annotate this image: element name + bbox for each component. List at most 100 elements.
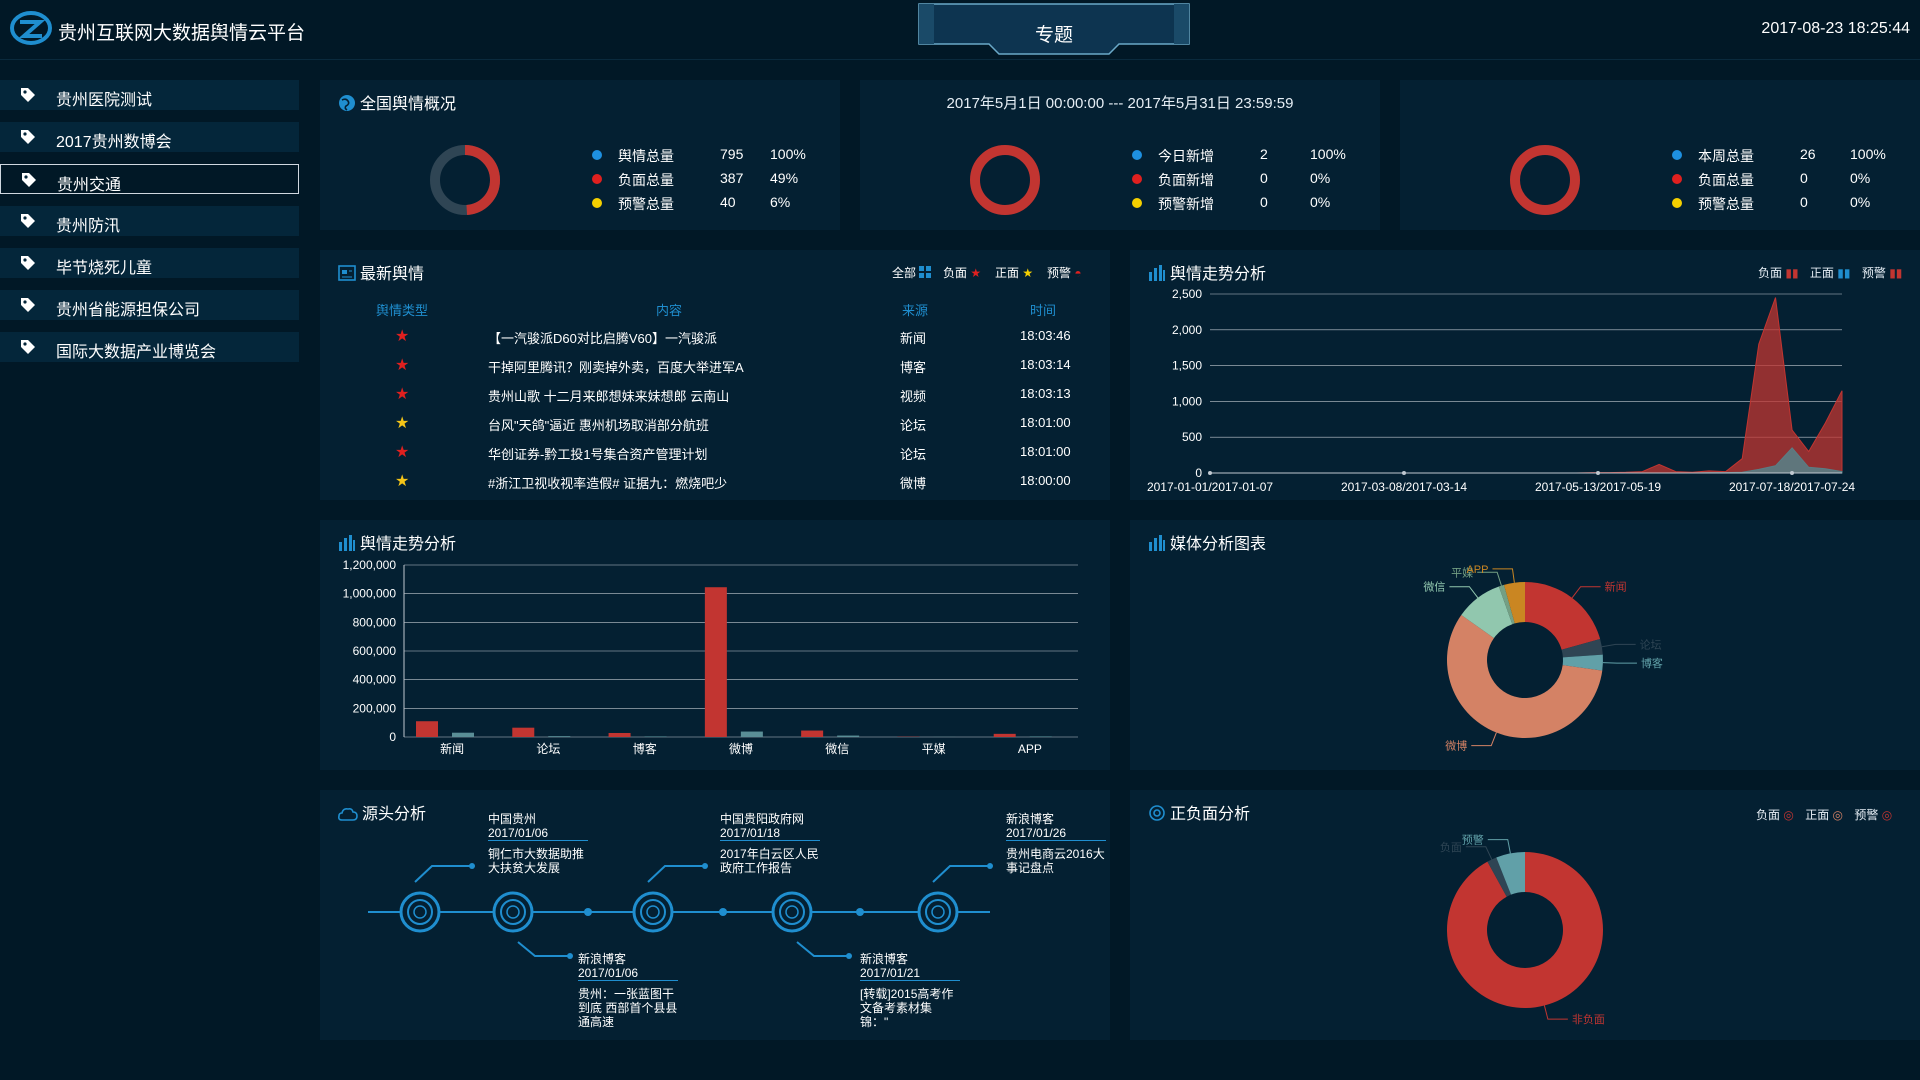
red-star-icon: ★ — [395, 328, 410, 345]
timeline-node[interactable] — [771, 891, 813, 933]
topic-tab[interactable]: 专题 — [914, 2, 1194, 56]
x-tick-marker — [1402, 471, 1406, 475]
timeline-connector-end — [567, 953, 573, 959]
label-leader-line — [1487, 839, 1511, 854]
timeline-dot — [856, 908, 864, 916]
news-content: #浙江卫视收视率造假# 证据九：燃烧吧少 — [488, 476, 728, 491]
event-text: 贵州电商云2016大 — [1006, 847, 1105, 861]
tag-icon — [21, 214, 35, 228]
x-tick-label: 2017-07-18/2017-07-24 — [1729, 480, 1855, 494]
label-leader-line — [1601, 643, 1636, 648]
bar-正面 — [1029, 736, 1052, 737]
timeline-event[interactable]: 新浪博客 2017/01/26 贵州电商云2016大 事记盘点 — [1006, 812, 1106, 875]
y-tick-label: 800,000 — [353, 615, 397, 629]
datetime: 2017-08-23 18:25:44 — [1761, 20, 1910, 37]
news-row[interactable]: ★ 台风"天鸽"逼近 惠州机场取消部分航班 论坛 18:01:00 — [320, 411, 1110, 437]
slice-label: 非负面 — [1572, 1012, 1605, 1026]
tag-icon — [21, 88, 35, 102]
news-source: 论坛 — [900, 418, 927, 433]
bar-负面 — [416, 721, 438, 737]
filter-negative[interactable]: 负面 ★ — [943, 264, 981, 281]
sidebar-item[interactable]: 毕节烧死儿童 — [0, 248, 299, 278]
news-icon — [338, 265, 356, 281]
event-date: 2017/01/06 — [578, 966, 678, 981]
stat-percent: 100% — [770, 146, 806, 162]
y-tick-label: 200,000 — [353, 701, 397, 715]
warning-icon: ◓ — [1074, 266, 1082, 280]
event-text: 政府工作报告 — [720, 861, 793, 875]
news-row[interactable]: ★ 贵州山歌 十二月来郎想妹来妹想郎 云南山 视频 18:03:13 — [320, 382, 1110, 408]
news-content: 贵州山歌 十二月来郎想妹来妹想郎 云南山 — [488, 389, 730, 404]
sidebar-item-label: 贵州省能源担保公司 — [56, 302, 201, 319]
col-header-content: 内容 — [656, 303, 683, 318]
timeline-connector-end — [469, 863, 475, 869]
sidebar-item[interactable]: 贵州医院测试 — [0, 80, 299, 110]
event-text: 铜仁市大数据助推 — [488, 847, 585, 861]
slice-新闻 — [1525, 582, 1601, 650]
sidebar-item[interactable]: 2017贵州数博会 — [0, 122, 299, 152]
news-row[interactable]: ★ 华创证券-黔工投1号集合资产管理计划 论坛 18:01:00 — [320, 440, 1110, 466]
news-row[interactable]: ★ 干掉阿里腾讯？刚卖掉外卖，百度大举进军A 博客 18:03:14 — [320, 353, 1110, 379]
x-tick-label: 微博 — [729, 741, 753, 756]
x-tick-marker — [1790, 471, 1794, 475]
stat-percent: 100% — [1850, 146, 1886, 162]
timeline-dot — [719, 908, 727, 916]
x-tick-marker — [1596, 471, 1600, 475]
filter-all[interactable]: 全部 — [892, 264, 932, 281]
timeline-event[interactable]: 中国贵州 2017/01/06 铜仁市大数据助推 大扶贫大发展 — [488, 812, 588, 875]
event-site: 新浪博客 — [1006, 812, 1055, 826]
label-leader-line — [1543, 1005, 1568, 1020]
timeline-event[interactable]: 中国贵阳政府网 2017/01/18 2017年白云区人民 政府工作报告 — [720, 812, 820, 875]
latest-news-panel: 最新舆情 全部 负面 ★ 正面 ★ 预警 ◓ 舆情类型 内容 来源 时间 ★ 【一… — [320, 250, 1110, 500]
news-row[interactable]: ★ 【一汽骏派D60对比启腾V60】一汽骏派 新闻 18:03:46 — [320, 324, 1110, 350]
event-date: 2017/01/06 — [488, 826, 588, 841]
status-dot — [1672, 174, 1682, 184]
stat-value: 26 — [1800, 146, 1816, 162]
label-leader-line — [1465, 846, 1493, 860]
sidebar-item-label: 2017贵州数博会 — [56, 134, 172, 151]
bar-正面 — [644, 736, 667, 737]
event-text: 到底 西部首个县县 — [578, 1001, 678, 1015]
timeline-event[interactable]: 新浪博客 2017/01/06 贵州：一张蓝图干 到底 西部首个县县 通高速 — [578, 952, 678, 1029]
sidebar-item[interactable]: 贵州省能源担保公司 — [0, 290, 299, 320]
timeline-node[interactable] — [492, 891, 534, 933]
trend-area-panel: 舆情走势分析 负面 ▮▮ 正面 ▮▮ 预警 ▮▮ 0 500 1,000 1,500 2… — [1130, 250, 1920, 500]
sentiment-donut-chart: 非负面 负面预警 — [1440, 833, 1605, 1026]
y-tick-label: 2,000 — [1172, 323, 1202, 337]
timeline-node[interactable] — [632, 891, 674, 933]
stat-percent: 0% — [1310, 170, 1331, 186]
header-bar: 贵州互联网大数据舆情云平台 专题 2017-08-23 18:25:44 — [0, 0, 1920, 60]
tag-icon — [21, 256, 35, 270]
news-source: 论坛 — [900, 447, 927, 462]
filter-all-label: 全部 — [892, 266, 917, 280]
timeline-node[interactable] — [399, 891, 441, 933]
y-tick-label: 500 — [1182, 430, 1202, 444]
filter-warning[interactable]: 预警 ◓ — [1047, 264, 1082, 281]
sidebar-item[interactable]: 贵州交通 — [0, 164, 299, 194]
stat-label: 舆情总量 — [618, 148, 674, 164]
sidebar-item[interactable]: 贵州防汛 — [0, 206, 299, 236]
filter-positive[interactable]: 正面 ★ — [995, 264, 1033, 281]
sidebar-item-label: 毕节烧死儿童 — [56, 260, 153, 277]
timeline-dot — [584, 908, 592, 916]
stat-value: 0 — [1800, 170, 1808, 186]
news-source: 博客 — [900, 360, 927, 375]
news-time: 18:03:14 — [1020, 357, 1071, 372]
overview-title: 全国舆情概况 — [360, 96, 457, 113]
news-source: 新闻 — [900, 331, 927, 346]
event-date: 2017/01/18 — [720, 826, 820, 841]
x-tick-marker — [1208, 471, 1212, 475]
event-text: 锦：" — [860, 1015, 889, 1029]
stat-label: 本周总量 — [1698, 148, 1754, 164]
bar-正面 — [548, 736, 571, 737]
sidebar-item[interactable]: 国际大数据产业博览会 — [0, 332, 299, 362]
event-date: 2017/01/26 — [1006, 826, 1106, 841]
stat-value: 40 — [720, 194, 736, 210]
trend-area-chart: 0 500 1,000 1,500 2,000 2,500 2017-01-01/2017-… — [1147, 287, 1855, 494]
timeline-node[interactable] — [917, 891, 959, 933]
event-site: 新浪博客 — [578, 952, 627, 966]
news-row[interactable]: ★ #浙江卫视收视率造假# 证据九：燃烧吧少 微博 18:00:00 — [320, 469, 1110, 495]
event-date: 2017/01/21 — [860, 966, 960, 981]
timeline-event[interactable]: 新浪博客 2017/01/21 [转载]2015高考作 文备考素材集 锦：" — [860, 952, 960, 1029]
y-tick-label: 0 — [1195, 466, 1202, 480]
